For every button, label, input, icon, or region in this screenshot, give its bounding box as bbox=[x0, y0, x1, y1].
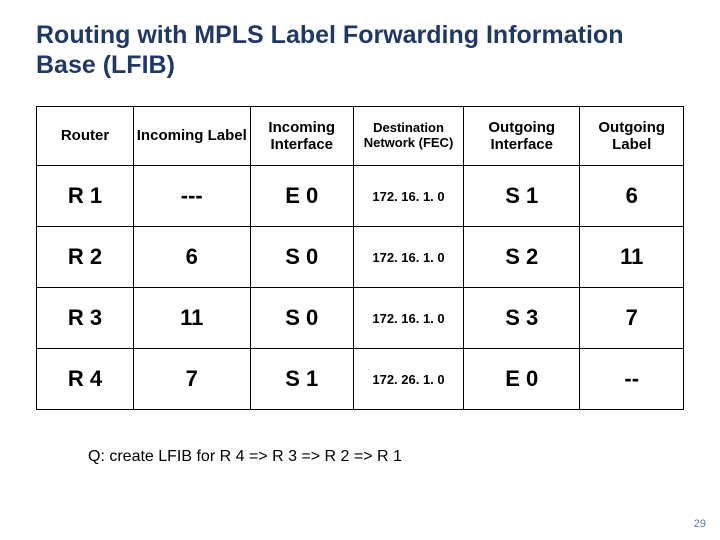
page-number: 29 bbox=[694, 518, 706, 530]
lfib-table: Router Incoming Label Incoming Interface… bbox=[36, 106, 684, 410]
cell-in-label: --- bbox=[134, 166, 250, 227]
table-header-row: Router Incoming Label Incoming Interface… bbox=[37, 107, 684, 166]
table-row: R 3 11 S 0 172. 16. 1. 0 S 3 7 bbox=[37, 288, 684, 349]
cell-in-iface: S 0 bbox=[250, 227, 354, 288]
col-in-iface: Incoming Interface bbox=[250, 107, 354, 166]
cell-in-iface: E 0 bbox=[250, 166, 354, 227]
cell-router: R 1 bbox=[37, 166, 134, 227]
col-out-iface: Outgoing Interface bbox=[464, 107, 580, 166]
col-in-label: Incoming Label bbox=[134, 107, 250, 166]
table-row: R 2 6 S 0 172. 16. 1. 0 S 2 11 bbox=[37, 227, 684, 288]
table-row: R 4 7 S 1 172. 26. 1. 0 E 0 -- bbox=[37, 349, 684, 410]
cell-dest: 172. 26. 1. 0 bbox=[354, 349, 464, 410]
page-title: Routing with MPLS Label Forwarding Infor… bbox=[36, 20, 684, 80]
cell-in-iface: S 0 bbox=[250, 288, 354, 349]
cell-router: R 4 bbox=[37, 349, 134, 410]
cell-router: R 3 bbox=[37, 288, 134, 349]
cell-in-iface: S 1 bbox=[250, 349, 354, 410]
cell-in-label: 6 bbox=[134, 227, 250, 288]
cell-in-label: 7 bbox=[134, 349, 250, 410]
cell-out-iface: S 3 bbox=[464, 288, 580, 349]
col-out-label: Outgoing Label bbox=[580, 107, 684, 166]
cell-out-iface: E 0 bbox=[464, 349, 580, 410]
col-router: Router bbox=[37, 107, 134, 166]
cell-out-iface: S 2 bbox=[464, 227, 580, 288]
cell-out-label: -- bbox=[580, 349, 684, 410]
question-text: Q: create LFIB for R 4 => R 3 => R 2 => … bbox=[88, 448, 402, 466]
cell-in-label: 11 bbox=[134, 288, 250, 349]
cell-out-label: 11 bbox=[580, 227, 684, 288]
cell-router: R 2 bbox=[37, 227, 134, 288]
col-dest-net: Destination Network (FEC) bbox=[354, 107, 464, 166]
cell-out-label: 6 bbox=[580, 166, 684, 227]
cell-out-label: 7 bbox=[580, 288, 684, 349]
cell-out-iface: S 1 bbox=[464, 166, 580, 227]
cell-dest: 172. 16. 1. 0 bbox=[354, 288, 464, 349]
cell-dest: 172. 16. 1. 0 bbox=[354, 166, 464, 227]
table-row: R 1 --- E 0 172. 16. 1. 0 S 1 6 bbox=[37, 166, 684, 227]
slide: Routing with MPLS Label Forwarding Infor… bbox=[0, 0, 720, 410]
cell-dest: 172. 16. 1. 0 bbox=[354, 227, 464, 288]
